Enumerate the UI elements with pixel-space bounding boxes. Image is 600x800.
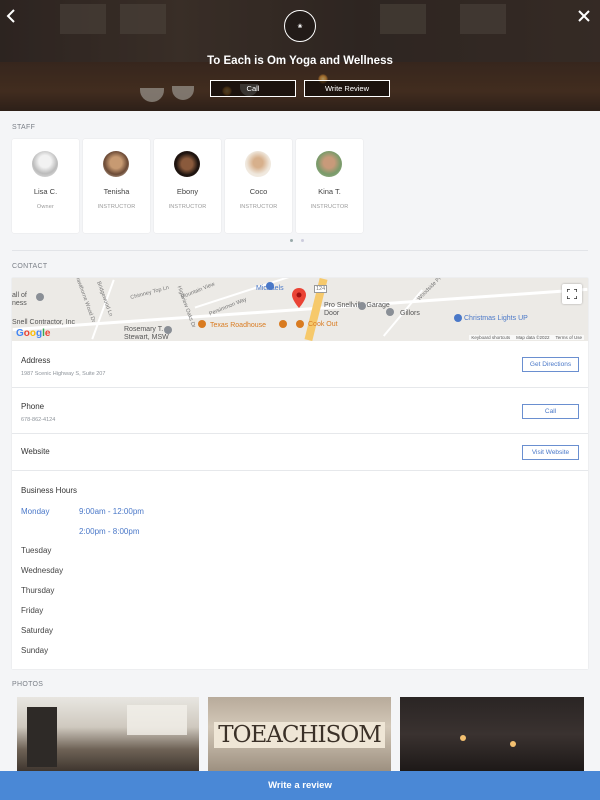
staff-card[interactable]: Coco INSTRUCTOR (225, 139, 292, 233)
write-review-button[interactable]: Write Review (304, 80, 390, 97)
day-tuesday: Tuesday (21, 546, 52, 555)
map-footer: Keyboard shortcuts Map data ©2022 Terms … (469, 335, 584, 340)
photos-section-label: PHOTOS (12, 681, 44, 688)
contact-card: Michaels Pro Snellville Garage Door Gill… (12, 278, 588, 669)
get-directions-button[interactable]: Get Directions (522, 357, 579, 372)
carousel-dot[interactable] (301, 239, 304, 242)
avatar (103, 151, 129, 177)
map-poi-icon (386, 308, 394, 316)
staff-card[interactable]: Ebony INSTRUCTOR (154, 139, 221, 233)
visit-website-button[interactable]: Visit Website (522, 445, 579, 460)
street-label: Chimney Top Ln (129, 284, 170, 302)
staff-name: Kina T. (318, 187, 341, 196)
write-a-review-button[interactable]: Write a review (0, 771, 600, 800)
business-title: To Each is Om Yoga and Wellness (207, 55, 393, 67)
avatar (174, 151, 200, 177)
staff-role: INSTRUCTOR (168, 204, 207, 210)
staff-name: Tenisha (103, 187, 130, 196)
map-poi-icon (454, 314, 462, 322)
staff-name: Lisa C. (33, 187, 58, 196)
photo-shelf (27, 707, 57, 767)
business-hours-title: Business Hours (21, 486, 78, 495)
staff-section-label: STAFF (12, 124, 36, 131)
map-poi-icon (164, 326, 172, 334)
fullscreen-icon[interactable] (562, 284, 582, 304)
photo-sign-text: TOEACHISOM (214, 721, 385, 748)
restaurant-icon (198, 320, 206, 328)
staff-name: Coco (249, 187, 268, 196)
photo-thumbnail[interactable]: TOEACHISOM (208, 697, 391, 772)
phone-title: Phone (21, 402, 45, 411)
restaurant-icon (279, 320, 287, 328)
hours-slot: 9:00am - 12:00pm (79, 507, 144, 516)
route-shield: 124 (314, 285, 328, 293)
map-label: Christmas Lights UP (464, 315, 528, 322)
map-poi-icon (266, 282, 274, 290)
address-value: 1987 Scenic Highway S, Suite 207 (21, 371, 106, 377)
photo-candle (510, 741, 516, 747)
map-poi-icon (358, 302, 366, 310)
photo-candle (460, 735, 466, 741)
staff-card[interactable]: Lisa C. Owner (12, 139, 79, 233)
phone-row: Phone 678-862-4124 Call (12, 388, 588, 434)
address-title: Address (21, 356, 51, 365)
day-saturday: Saturday (21, 626, 54, 635)
website-title: Website (21, 447, 50, 456)
day-sunday: Sunday (21, 646, 49, 655)
call-button[interactable]: Call (210, 80, 296, 97)
business-logo: ❀ (284, 10, 316, 42)
staff-list: Lisa C. Owner Tenisha INSTRUCTOR Ebony I… (12, 139, 363, 233)
map-label: Snell Contractor, Inc (12, 319, 76, 326)
map[interactable]: Michaels Pro Snellville Garage Door Gill… (12, 278, 588, 341)
avatar (32, 151, 58, 177)
map-data-text: Map data ©2022 (516, 335, 550, 340)
map-label: all of ness (12, 292, 27, 307)
staff-role: Owner (36, 204, 55, 210)
staff-card[interactable]: Kina T. INSTRUCTOR (296, 139, 363, 233)
google-logo: Google (16, 328, 51, 339)
map-poi-icon (36, 293, 44, 301)
keyboard-shortcuts-link[interactable]: Keyboard shortcuts (471, 335, 510, 340)
photo-window (127, 705, 187, 735)
photo-thumbnail[interactable] (400, 697, 584, 772)
divider (12, 250, 588, 251)
close-icon[interactable] (574, 6, 594, 26)
location-pin-icon[interactable] (292, 288, 306, 313)
staff-role: INSTRUCTOR (310, 204, 349, 210)
avatar (316, 151, 342, 177)
restaurant-icon (296, 320, 304, 328)
day-monday: Monday (21, 507, 50, 516)
hero-banner: ❀ To Each is Om Yoga and Wellness Call W… (0, 0, 600, 111)
photo-thumbnail[interactable] (17, 697, 199, 772)
map-label: Cook Out (308, 321, 338, 328)
map-label: Rosemary T. Stewart, MSW (124, 326, 169, 341)
carousel-dot-active[interactable] (290, 239, 293, 242)
day-thursday: Thursday (21, 586, 55, 595)
carousel-dots[interactable] (290, 239, 304, 242)
staff-role: INSTRUCTOR (97, 204, 136, 210)
map-label: Texas Roadhouse (210, 322, 267, 329)
staff-role: INSTRUCTOR (239, 204, 278, 210)
contact-section-label: CONTACT (12, 263, 48, 270)
street-label: Hawthorne Wood Dr (73, 278, 97, 324)
day-wednesday: Wednesday (21, 566, 64, 575)
address-row: Address 1987 Scenic Highway S, Suite 207… (12, 341, 588, 388)
staff-name: Ebony (176, 187, 199, 196)
hours-slot: 2:00pm - 8:00pm (79, 527, 140, 536)
phone-value: 678-862-4124 (21, 417, 56, 423)
day-friday: Friday (21, 606, 44, 615)
website-row: Website Visit Website (12, 434, 588, 471)
staff-card[interactable]: Tenisha INSTRUCTOR (83, 139, 150, 233)
terms-link[interactable]: Terms of Use (555, 335, 582, 340)
map-label: Gillors (400, 310, 420, 317)
call-phone-button[interactable]: Call (522, 404, 579, 419)
avatar (245, 151, 271, 177)
chevron-left-icon[interactable] (2, 6, 22, 26)
